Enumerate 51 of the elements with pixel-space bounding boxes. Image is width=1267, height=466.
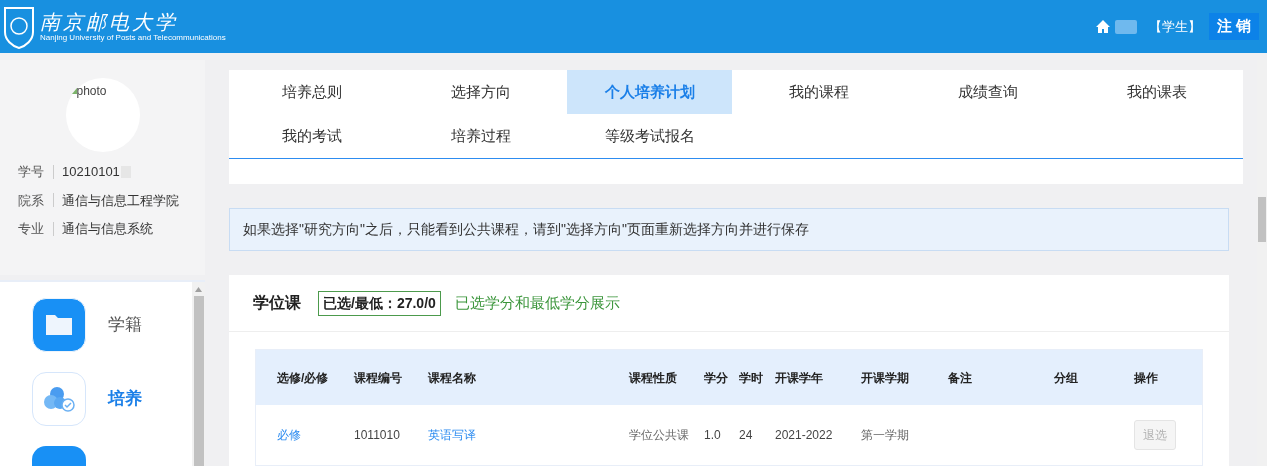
tab[interactable]: 选择方向 xyxy=(398,70,563,114)
broken-photo: photo xyxy=(71,82,107,100)
table-cell-text: 学位公共课 xyxy=(629,427,690,444)
column-header: 课程名称 xyxy=(428,369,477,387)
profile-value: 10210101 xyxy=(62,163,120,181)
home-icon[interactable] xyxy=(1094,19,1111,34)
logout-button[interactable]: 注 销 xyxy=(1208,13,1259,40)
credit-note: 已选学分和最低学分展示 xyxy=(454,292,620,313)
column-header: 学时 xyxy=(739,369,764,387)
tab[interactable]: 我的课程 xyxy=(736,70,901,114)
course-name-link[interactable]: 英语写译 xyxy=(428,426,629,444)
cloud-icon xyxy=(32,372,86,426)
column-header: 分组 xyxy=(1054,369,1079,387)
nav-item[interactable]: 学籍 xyxy=(108,312,142,338)
column-header: 操作 xyxy=(1134,369,1159,387)
notice-banner: 如果选择"研究方向"之后，只能看到公共课程，请到"选择方向"页面重新选择方向并进行保存 xyxy=(229,207,1229,251)
table-cell-text: 1011010 xyxy=(354,427,401,444)
tab[interactable]: 培养总则 xyxy=(229,70,394,114)
table-cell-text: 24 xyxy=(739,427,754,444)
scrollbar-thumb[interactable] xyxy=(1258,197,1266,242)
nav-item[interactable]: 培养 xyxy=(108,386,142,412)
column-header: 学分 xyxy=(704,369,729,387)
tab[interactable]: 成绩查询 xyxy=(905,70,1070,114)
table-cell-text: 第一学期 xyxy=(861,427,910,444)
credit-badge: 已选/最低：27.0/0 xyxy=(318,290,441,316)
tab[interactable]: 等级考试报名 xyxy=(567,114,732,158)
section-title: 学位课 xyxy=(253,293,301,313)
tab[interactable]: 培养过程 xyxy=(398,114,563,158)
table-cell[interactable]: 必修 xyxy=(277,426,354,444)
scrollbar-thumb[interactable] xyxy=(193,296,204,466)
profile-label: 专业 xyxy=(18,220,45,238)
column-header: 开课学期 xyxy=(861,369,910,387)
tab[interactable]: 我的课表 xyxy=(1074,70,1239,114)
university-english-name: Nanjing University of Posts and Telecommunications xyxy=(40,33,226,42)
profile-value: 通信与信息工程学院 xyxy=(62,191,179,210)
table-cell-text: 2021-2022 xyxy=(775,427,834,444)
profile-label: 学号 xyxy=(18,163,45,181)
university-name: 南京邮电大学 xyxy=(40,11,179,33)
profile-value: 通信与信息系统 xyxy=(62,220,153,238)
column-header: 选修/必修 xyxy=(277,369,330,387)
table-cell-text: 1.0 xyxy=(704,427,722,444)
column-header: 课程编号 xyxy=(354,369,403,387)
role-label: 【学生】 xyxy=(1148,17,1201,36)
column-header: 课程性质 xyxy=(629,369,678,387)
column-header: 备注 xyxy=(948,369,973,387)
folder-icon xyxy=(32,298,86,352)
tab[interactable]: 我的考试 xyxy=(229,114,394,158)
column-header: 开课学年 xyxy=(775,369,824,387)
profile-label: 院系 xyxy=(18,191,45,210)
scroll-up-icon[interactable] xyxy=(195,287,202,292)
blurred-username xyxy=(1114,19,1137,34)
